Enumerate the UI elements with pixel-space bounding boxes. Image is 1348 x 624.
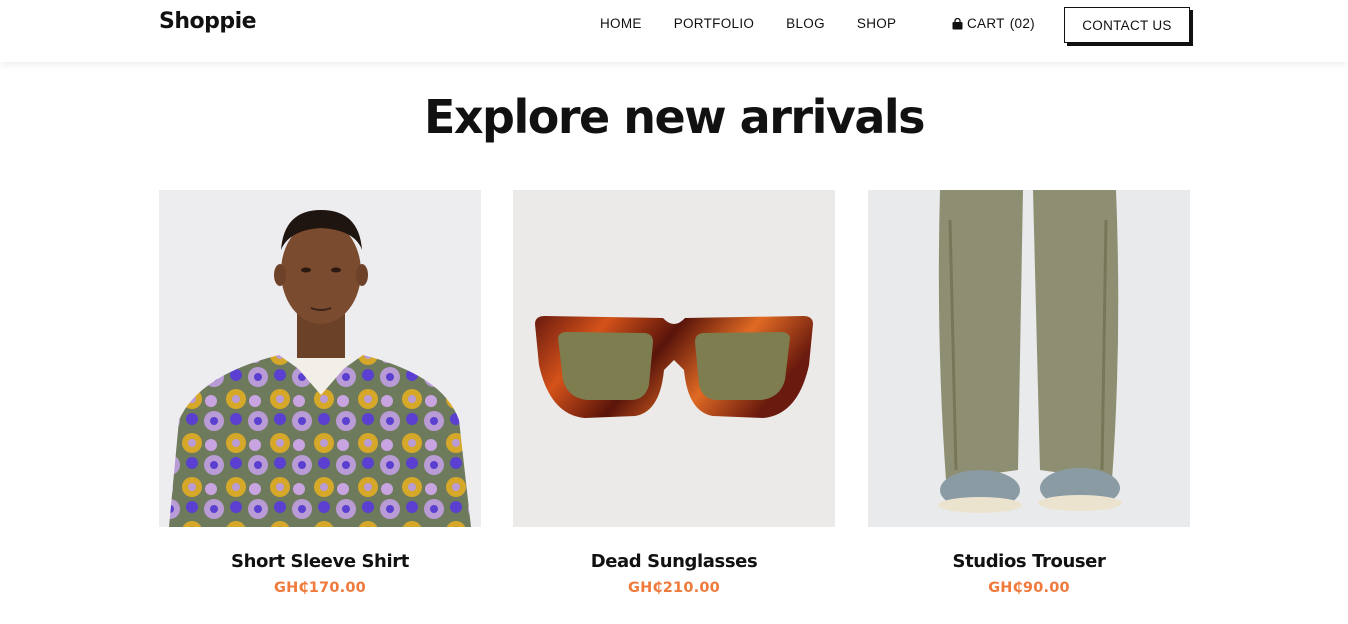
sunglasses-image [535, 316, 813, 418]
product-image[interactable] [868, 190, 1190, 527]
product-name[interactable]: Short Sleeve Shirt [159, 551, 481, 572]
product-name[interactable]: Studios Trouser [868, 551, 1190, 572]
section-title: Explore new arrivals [423, 90, 926, 144]
shopping-bag-icon [952, 18, 963, 30]
product-image[interactable] [159, 190, 481, 527]
logo[interactable]: Shoppie [159, 9, 257, 34]
nav-blog[interactable]: BLOG [786, 17, 825, 31]
main-nav: HOME PORTFOLIO BLOG SHOP [600, 17, 928, 31]
product-card[interactable]: Studios Trouser GH₵90.00 [868, 190, 1190, 596]
product-image[interactable] [513, 190, 835, 527]
product-card[interactable]: Dead Sunglasses GH₵210.00 [513, 190, 835, 596]
nav-shop[interactable]: SHOP [857, 17, 896, 31]
trouser-image [938, 190, 1122, 513]
product-price: GH₵170.00 [274, 580, 366, 596]
cart-link[interactable]: CART (02) [952, 17, 1035, 31]
cart-label: CART [967, 16, 1005, 31]
product-price: GH₵210.00 [628, 580, 720, 596]
shirt-model-image [169, 210, 471, 527]
nav-portfolio[interactable]: PORTFOLIO [674, 17, 754, 31]
nav-home[interactable]: HOME [600, 17, 642, 31]
product-price: GH₵90.00 [988, 580, 1070, 596]
product-card[interactable]: Short Sleeve Shirt GH₵170.00 [159, 190, 481, 596]
product-name[interactable]: Dead Sunglasses [513, 551, 835, 572]
cart-count: (02) [1009, 16, 1035, 31]
site-header: Shoppie HOME PORTFOLIO BLOG SHOP CART (0… [0, 0, 1348, 62]
contact-us-button[interactable]: CONTACT US [1064, 7, 1190, 43]
